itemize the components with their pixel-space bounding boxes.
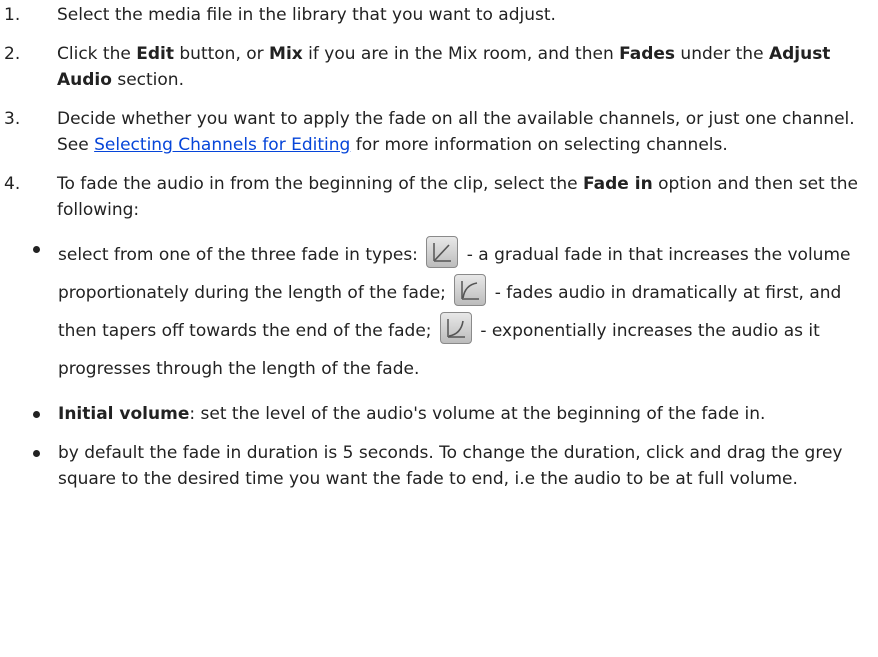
step-text: if you are in the Mix room, and then <box>302 44 620 64</box>
bullet-text: select from one of the three fade in typ… <box>58 245 424 265</box>
list-item-duration: by default the fade in duration is 5 sec… <box>0 440 878 492</box>
step-number: 1. <box>4 5 21 25</box>
bullet-icon <box>33 246 40 253</box>
step-number: 2. <box>4 44 21 64</box>
step-text: for more information on selecting channe… <box>350 135 728 155</box>
selecting-channels-link[interactable]: Selecting Channels for Editing <box>94 135 350 155</box>
step-text: To fade the audio in from the beginning … <box>57 174 584 194</box>
step-number: 4. <box>4 174 21 194</box>
list-item-initial-volume: Initial volume: set the level of the aud… <box>0 401 878 427</box>
step-text: under the <box>675 44 769 64</box>
edit-label: Edit <box>136 44 174 64</box>
initial-volume-label: Initial volume <box>58 404 190 424</box>
list-item-fade-types: select from one of the three fade in typ… <box>0 236 878 388</box>
fade-fast-icon <box>454 274 487 306</box>
bullet-icon <box>33 411 40 418</box>
step-text: Click the <box>57 44 137 64</box>
help-document: 1. Select the media file in the library … <box>0 0 878 492</box>
fade-options-list: select from one of the three fade in typ… <box>0 236 878 492</box>
fades-label: Fades <box>619 44 676 64</box>
step-text: Select the media file in the library tha… <box>57 5 556 25</box>
step-1: 1. Select the media file in the library … <box>0 2 878 28</box>
bullet-text: by default the fade in duration is 5 sec… <box>58 443 843 489</box>
step-3: 3. Decide whether you want to apply the … <box>0 106 878 158</box>
bullet-text: : set the level of the audio's volume at… <box>189 404 766 424</box>
step-number: 3. <box>4 109 21 129</box>
fade-linear-icon <box>426 236 459 268</box>
step-text: section. <box>111 70 184 90</box>
mix-label: Mix <box>269 44 303 64</box>
bullet-icon <box>33 450 40 457</box>
fade-in-label: Fade in <box>583 174 653 194</box>
step-2: 2. Click the Edit button, or Mix if you … <box>0 41 878 93</box>
step-4: 4. To fade the audio in from the beginni… <box>0 171 878 223</box>
fade-slow-icon <box>439 312 472 344</box>
step-text: button, or <box>173 44 270 64</box>
